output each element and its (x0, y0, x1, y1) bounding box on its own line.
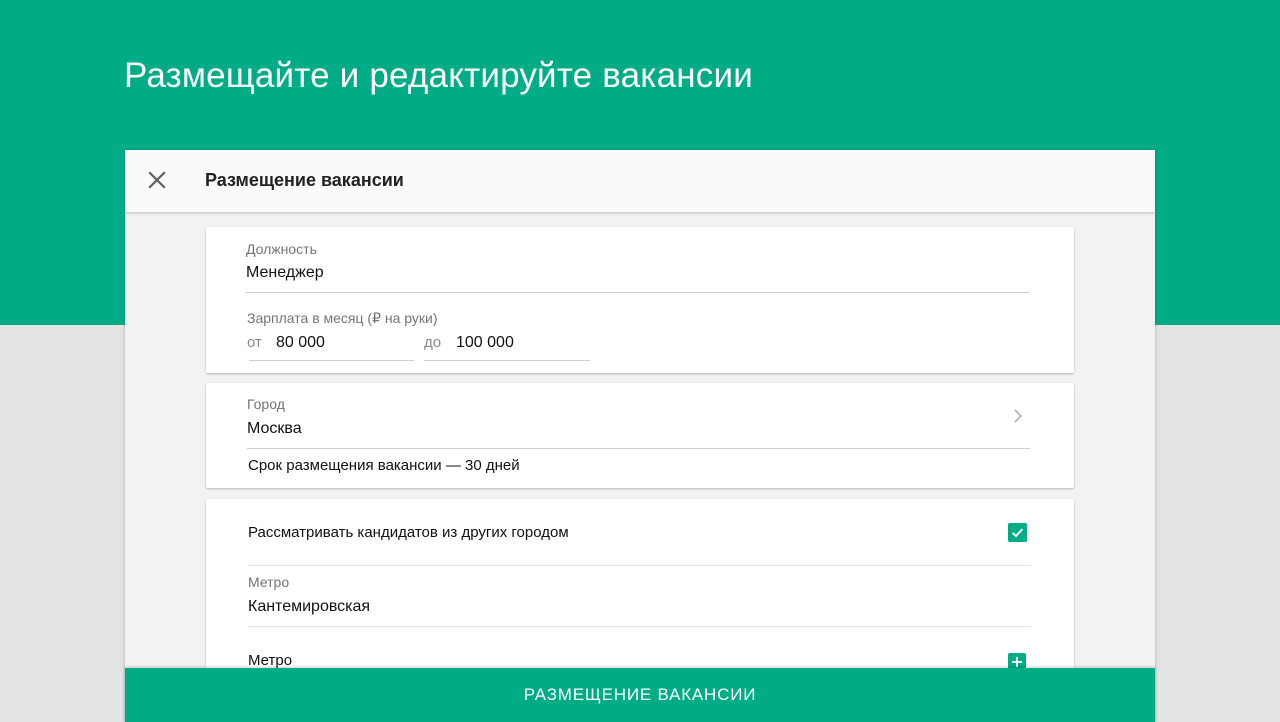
salary-from-input[interactable]: 80 000 (276, 334, 325, 352)
city-card: Город Москва Срок размещения вакансии — … (206, 383, 1074, 488)
position-label: Должность (246, 241, 317, 257)
metro-label: Метро (248, 574, 290, 590)
city-label: Город (247, 396, 285, 412)
dialog-header: Размещение вакансии (125, 150, 1155, 212)
chevron-right-icon[interactable] (1010, 408, 1026, 424)
close-icon (148, 171, 166, 189)
other-cities-label: Рассматривать кандидатов из других город… (248, 524, 569, 541)
metro-underline (248, 626, 1031, 627)
add-metro-label: Метро (248, 652, 293, 669)
city-select[interactable]: Москва (247, 420, 302, 438)
position-input[interactable]: Менеджер (246, 264, 324, 282)
page-title: Размещайте и редактируйте вакансии (124, 56, 753, 95)
salary-to-input[interactable]: 100 000 (456, 334, 514, 352)
salary-from-underline (249, 360, 414, 361)
salary-from-prefix: от (247, 334, 262, 351)
candidates-divider (248, 565, 1031, 566)
salary-to-underline (424, 360, 590, 361)
metro-input[interactable]: Кантемировская (248, 598, 370, 616)
city-underline (247, 448, 1030, 449)
dialog-title: Размещение вакансии (205, 170, 404, 190)
duration-text: Срок размещения вакансии — 30 дней (248, 457, 520, 474)
position-salary-card: Должность Менеджер Зарплата в месяц (₽ н… (206, 227, 1074, 373)
position-underline (246, 292, 1029, 293)
other-cities-checkbox[interactable] (1008, 523, 1027, 542)
submit-vacancy-button[interactable]: РАЗМЕЩЕНИЕ ВАКАНСИИ (125, 668, 1155, 722)
vacancy-dialog: Размещение вакансии Должность Менеджер З… (125, 150, 1155, 722)
check-icon (1011, 528, 1024, 538)
close-button[interactable] (143, 166, 171, 194)
salary-label: Зарплата в месяц (₽ на руки) (247, 310, 438, 326)
salary-to-prefix: до (424, 334, 442, 351)
